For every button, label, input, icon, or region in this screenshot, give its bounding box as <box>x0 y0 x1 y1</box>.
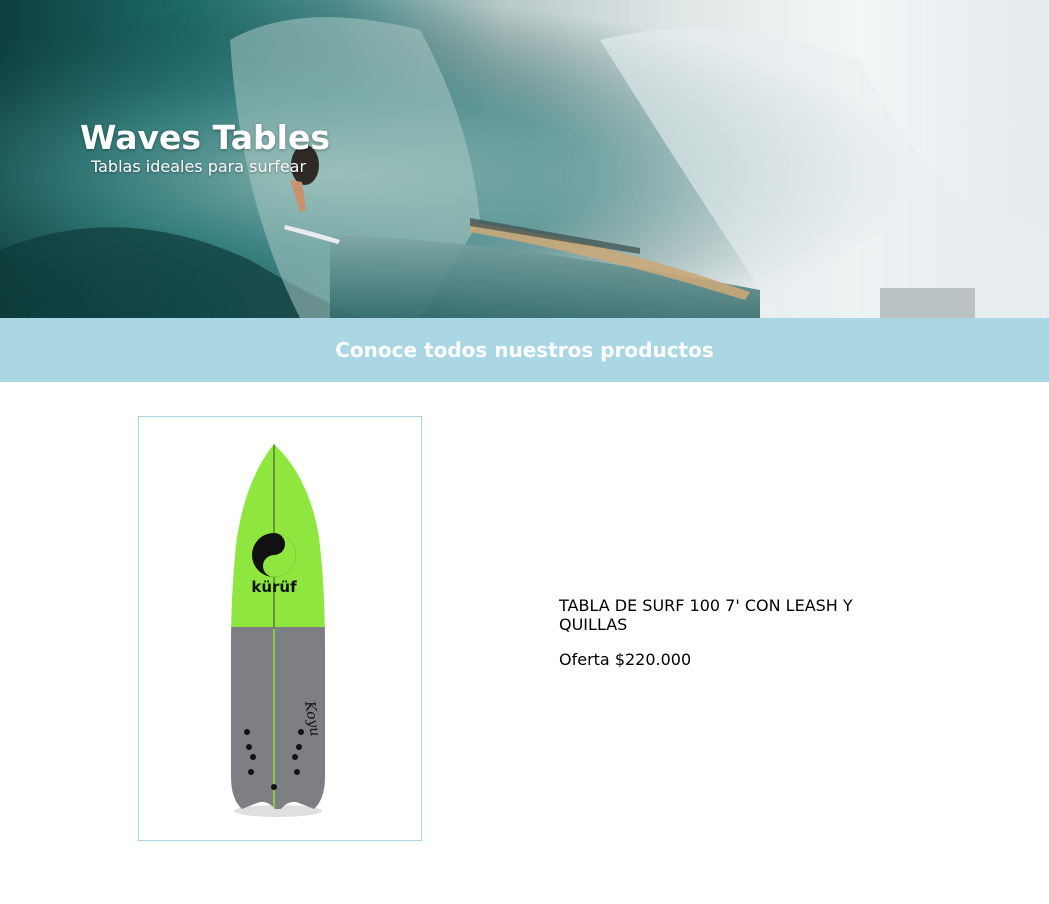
hero-banner: Waves Tables Tablas ideales para surfear <box>0 0 1049 318</box>
svg-text:kürüf: kürüf <box>251 578 297 596</box>
site-title: Waves Tables <box>80 118 330 157</box>
product-info: TABLA DE SURF 100 7' CON LEASH Y QUILLAS… <box>559 596 899 669</box>
products-banner-text: Conoce todos nuestros productos <box>335 338 714 362</box>
site-subtitle: Tablas ideales para surfear <box>91 157 307 176</box>
products-banner: Conoce todos nuestros productos <box>0 318 1049 382</box>
product-image-card[interactable]: kürüf Koyu <box>138 416 422 841</box>
product-name: TABLA DE SURF 100 7' CON LEASH Y QUILLAS <box>559 596 853 634</box>
surfboard-image: kürüf Koyu <box>231 444 325 817</box>
kuruf-logo: kürüf <box>251 533 297 596</box>
product-price: Oferta $220.000 <box>559 650 692 669</box>
